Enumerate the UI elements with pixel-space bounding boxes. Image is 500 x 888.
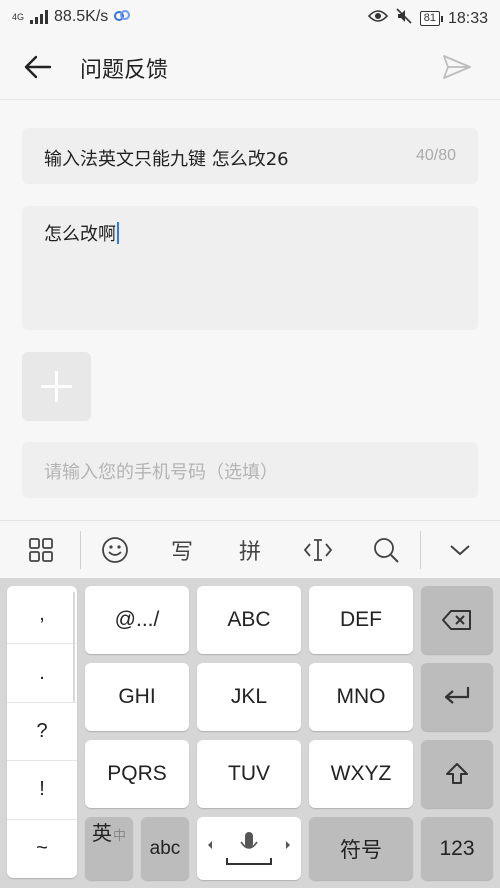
- enter-icon: [444, 687, 470, 704]
- mute-icon: [396, 8, 412, 29]
- subject-text: 输入法英文只能九键 怎么改26: [44, 149, 289, 170]
- description-field[interactable]: 怎么改啊: [22, 206, 478, 330]
- toolbar-divider: [420, 531, 421, 569]
- phone-field[interactable]: 请输入您的手机号码（选填）: [22, 442, 478, 498]
- char-counter: 40/80: [415, 147, 456, 164]
- key-tuv[interactable]: TUV: [197, 740, 301, 808]
- apps-grid-icon[interactable]: [26, 535, 56, 565]
- page-title: 问题反馈: [80, 58, 169, 83]
- text-cursor: [117, 222, 119, 244]
- punct-scrollbar[interactable]: [73, 592, 75, 702]
- app-header: 问题反馈: [0, 34, 500, 100]
- symbol-mode-key[interactable]: 符号: [309, 817, 413, 880]
- keyboard-toolbar: 写 拼: [0, 520, 500, 578]
- punctuation-list[interactable]: , . ? ! ~: [7, 586, 77, 878]
- eye-comfort-icon: [367, 9, 388, 28]
- description-text: 怎么改啊: [44, 224, 116, 245]
- language-switch-key[interactable]: 英中: [85, 817, 133, 880]
- key-wxyz[interactable]: WXYZ: [309, 740, 413, 808]
- key-mno[interactable]: MNO: [309, 663, 413, 731]
- subject-field[interactable]: 输入法英文只能九键 怎么改26 40/80: [22, 128, 478, 184]
- phone-placeholder: 请输入您的手机号码（选填）: [44, 462, 278, 483]
- punct-question[interactable]: ?: [7, 703, 77, 762]
- network-speed: 88.5K/s: [54, 8, 109, 25]
- add-attachment-button[interactable]: [22, 352, 91, 421]
- key-abc[interactable]: ABC: [197, 586, 301, 654]
- lang-main-label: 英: [91, 821, 112, 845]
- keyboard: , . ? ! ~ @.../ ABC DEF GHI JKL MNO PQRS…: [0, 578, 500, 888]
- shift-key[interactable]: [421, 740, 493, 808]
- number-mode-key[interactable]: 123: [421, 817, 493, 880]
- punct-period[interactable]: .: [7, 644, 77, 703]
- cloud-sync-icon: [114, 8, 131, 26]
- signal-icon: [30, 10, 49, 24]
- key-jkl[interactable]: JKL: [197, 663, 301, 731]
- shift-arrow-icon: [446, 763, 468, 784]
- key-pqrs[interactable]: PQRS: [85, 740, 189, 808]
- punct-tilde[interactable]: ~: [7, 820, 77, 878]
- search-icon[interactable]: [371, 535, 401, 565]
- enter-key[interactable]: [421, 663, 493, 731]
- key-def[interactable]: DEF: [309, 586, 413, 654]
- hide-keyboard-chevron-down-icon[interactable]: [445, 535, 475, 565]
- send-icon[interactable]: [442, 52, 472, 82]
- pinyin-button[interactable]: 拼: [235, 535, 265, 565]
- abc-mode-key[interactable]: abc: [141, 817, 189, 880]
- key-symbols[interactable]: @.../: [85, 586, 189, 654]
- cursor-move-icon[interactable]: [302, 535, 334, 565]
- backspace-icon: [442, 610, 471, 630]
- status-bar: 4G 88.5K/s 81 18:33: [0, 0, 500, 34]
- backspace-key[interactable]: [421, 586, 493, 654]
- clock: 18:33: [447, 9, 488, 27]
- space-voice-key[interactable]: [197, 817, 301, 880]
- emoji-icon[interactable]: [100, 535, 130, 565]
- description-text-wrapper: 怎么改啊: [44, 220, 119, 246]
- key-ghi[interactable]: GHI: [85, 663, 189, 731]
- toolbar-divider: [80, 531, 81, 569]
- network-type: 4G: [12, 11, 25, 22]
- lang-sub-label: 中: [112, 829, 126, 844]
- punct-exclaim[interactable]: !: [7, 761, 77, 820]
- handwrite-button[interactable]: 写: [167, 535, 197, 565]
- space-microphone-icon: [208, 831, 290, 865]
- punct-comma[interactable]: ,: [7, 586, 77, 645]
- back-arrow-icon[interactable]: [22, 51, 54, 83]
- battery-icon: 81: [419, 11, 444, 26]
